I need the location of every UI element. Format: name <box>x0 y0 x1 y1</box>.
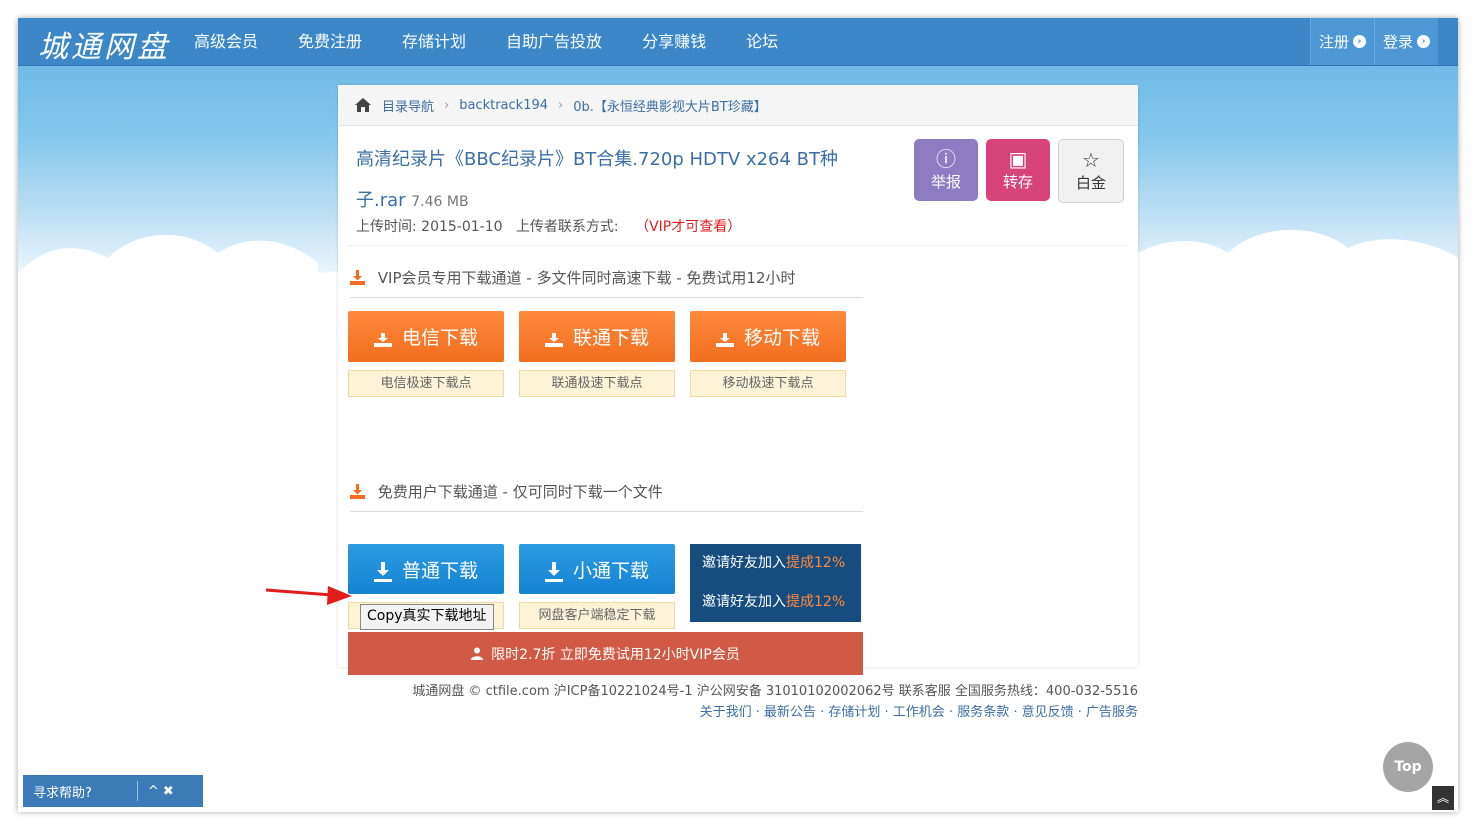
vip-heading-text: VIP会员专用下载通道 - 多文件同时高速下载 - 免费试用12小时 <box>377 269 796 287</box>
invite-line: 邀请好友加入提成12% <box>690 583 861 622</box>
footer-links[interactable]: 关于我们 · 最新公告 · 存储计划 · 工作机会 · 服务条款 · 意见反馈 … <box>412 702 1138 723</box>
download-tray-icon <box>373 330 392 347</box>
help-label: 寻求帮助? <box>33 785 92 801</box>
user-icon <box>471 647 484 660</box>
file-panel: 目录导航 › backtrack194 › 0b.【永恒经典影视大片BT珍藏】 … <box>338 85 1138 675</box>
breadcrumb: 目录导航 › backtrack194 › 0b.【永恒经典影视大片BT珍藏】 <box>338 85 1138 126</box>
unicom-tip: 联通极速下载点 <box>519 370 675 397</box>
help-controls-icon[interactable]: ^ ✖ <box>148 784 174 799</box>
file-meta: 上传时间: 2015-01-10 上传者联系方式: （VIP才可查看） <box>356 216 741 236</box>
save-label: 转存 <box>1002 173 1033 191</box>
file-actions: ⓘ 举报 ▣ 转存 ☆ 白金 <box>914 139 1132 203</box>
upload-time-label: 上传时间: <box>356 219 417 235</box>
page-footer: 城通网盘 © ctfile.com 沪ICP备10221024号-1 沪公网安备… <box>412 681 1138 723</box>
file-title: 高清纪录片《BBC纪录片》BT合集.720p HDTV x264 BT种子.ra… <box>356 139 876 223</box>
mobile-tip: 移动极速下载点 <box>690 370 846 397</box>
info-icon: ⓘ <box>936 147 956 171</box>
file-size: 7.46 MB <box>411 194 469 210</box>
download-tray-icon <box>544 330 563 347</box>
invite-commission: 提成12% <box>786 555 846 571</box>
site-logo[interactable]: 城通网盘 <box>38 22 170 66</box>
footer-info: 城通网盘 © ctfile.com 沪ICP备10221024号-1 沪公网安备… <box>412 684 1138 699</box>
nav-forum[interactable]: 论坛 <box>746 18 778 65</box>
scroll-up-icon[interactable]: ︽ <box>1432 786 1454 810</box>
auth-links: 注册 › 登录 › <box>1309 18 1438 65</box>
login-button[interactable]: 登录 › <box>1373 18 1438 65</box>
help-widget[interactable]: 寻求帮助? ^ ✖ <box>23 775 203 807</box>
nav-storage-plan[interactable]: 存储计划 <box>402 18 466 65</box>
invite-commission: 提成12% <box>786 594 846 610</box>
free-section-heading: 免费用户下载通道 - 仅可同时下载一个文件 <box>350 481 863 512</box>
telecom-tip: 电信极速下载点 <box>348 370 504 397</box>
register-button[interactable]: 注册 › <box>1309 18 1374 65</box>
unicom-download-label: 联通下载 <box>572 327 649 349</box>
copy-download-url-button[interactable]: Copy真实下载地址 <box>360 604 494 630</box>
breadcrumb-separator: › <box>558 97 564 113</box>
breadcrumb-separator: › <box>444 97 450 113</box>
invite-banner[interactable]: 邀请好友加入提成12% 邀请好友加入提成12% <box>690 544 861 622</box>
back-to-top-button[interactable]: Top <box>1383 742 1433 792</box>
mobile-download-button[interactable]: 移动下载 <box>690 311 846 362</box>
xiaotong-download-button[interactable]: 小通下载 <box>519 544 675 594</box>
register-label: 注册 <box>1318 33 1349 51</box>
upload-date: 2015-01-10 <box>421 219 503 235</box>
invite-text: 邀请好友加入 <box>702 594 786 610</box>
xiaotong-download-label: 小通下载 <box>572 559 649 582</box>
breadcrumb-root[interactable]: 目录导航 <box>382 96 434 115</box>
arrow-right-icon: › <box>1417 35 1430 48</box>
breadcrumb-folder[interactable]: backtrack194 <box>459 98 548 113</box>
platinum-label: 白金 <box>1075 174 1106 192</box>
top-navbar: 城通网盘 高级会员 免费注册 存储计划 自助广告投放 分享赚钱 论坛 注册 › 登… <box>18 18 1458 66</box>
vip-section-heading: VIP会员专用下载通道 - 多文件同时高速下载 - 免费试用12小时 <box>350 267 863 298</box>
normal-download-label: 普通下载 <box>401 559 478 582</box>
home-icon <box>355 98 371 112</box>
vip-trial-text: 限时2.7折 立即免费试用12小时VIP会员 <box>491 646 740 663</box>
invite-line: 邀请好友加入提成12% <box>690 544 861 583</box>
main-nav: 高级会员 免费注册 存储计划 自助广告投放 分享赚钱 论坛 <box>194 18 818 65</box>
report-button[interactable]: ⓘ 举报 <box>914 139 978 201</box>
save-to-disk-button[interactable]: ▣ 转存 <box>986 139 1050 201</box>
arrow-right-icon: › <box>1352 35 1366 48</box>
nav-premium[interactable]: 高级会员 <box>194 18 258 65</box>
report-label: 举报 <box>930 173 961 191</box>
uploader-contact-label: 上传者联系方式: <box>515 219 619 235</box>
download-icon <box>350 270 365 285</box>
nav-share-earn[interactable]: 分享赚钱 <box>642 18 706 65</box>
platinum-button[interactable]: ☆ 白金 <box>1058 139 1124 203</box>
download-icon <box>350 484 365 499</box>
download-arrow-icon <box>544 562 563 582</box>
telecom-download-label: 电信下载 <box>401 327 478 349</box>
divider <box>348 245 1128 246</box>
help-separator <box>136 781 138 801</box>
floppy-icon: ▣ <box>1008 147 1028 171</box>
breadcrumb-current[interactable]: 0b.【永恒经典影视大片BT珍藏】 <box>573 96 767 115</box>
telecom-download-button[interactable]: 电信下载 <box>348 311 504 362</box>
mobile-download-label: 移动下载 <box>743 327 820 349</box>
invite-text: 邀请好友加入 <box>702 555 786 571</box>
xiaotong-tip: 网盘客户端稳定下载 <box>519 602 675 629</box>
nav-register-free[interactable]: 免费注册 <box>298 18 362 65</box>
free-heading-text: 免费用户下载通道 - 仅可同时下载一个文件 <box>377 483 663 501</box>
download-tray-icon <box>715 330 734 347</box>
login-label: 登录 <box>1382 33 1413 51</box>
download-arrow-icon <box>373 562 392 582</box>
red-arrow-annotation <box>266 586 352 605</box>
vip-trial-banner[interactable]: 限时2.7折 立即免费试用12小时VIP会员 <box>348 632 863 675</box>
uploader-contact-value: （VIP才可查看） <box>635 219 742 235</box>
star-icon: ☆ <box>1082 148 1100 172</box>
normal-download-button[interactable]: 普通下载 <box>348 544 504 594</box>
nav-ads[interactable]: 自助广告投放 <box>506 18 602 65</box>
browser-viewport: 城通网盘 高级会员 免费注册 存储计划 自助广告投放 分享赚钱 论坛 注册 › 登… <box>18 18 1458 812</box>
unicom-download-button[interactable]: 联通下载 <box>519 311 675 362</box>
